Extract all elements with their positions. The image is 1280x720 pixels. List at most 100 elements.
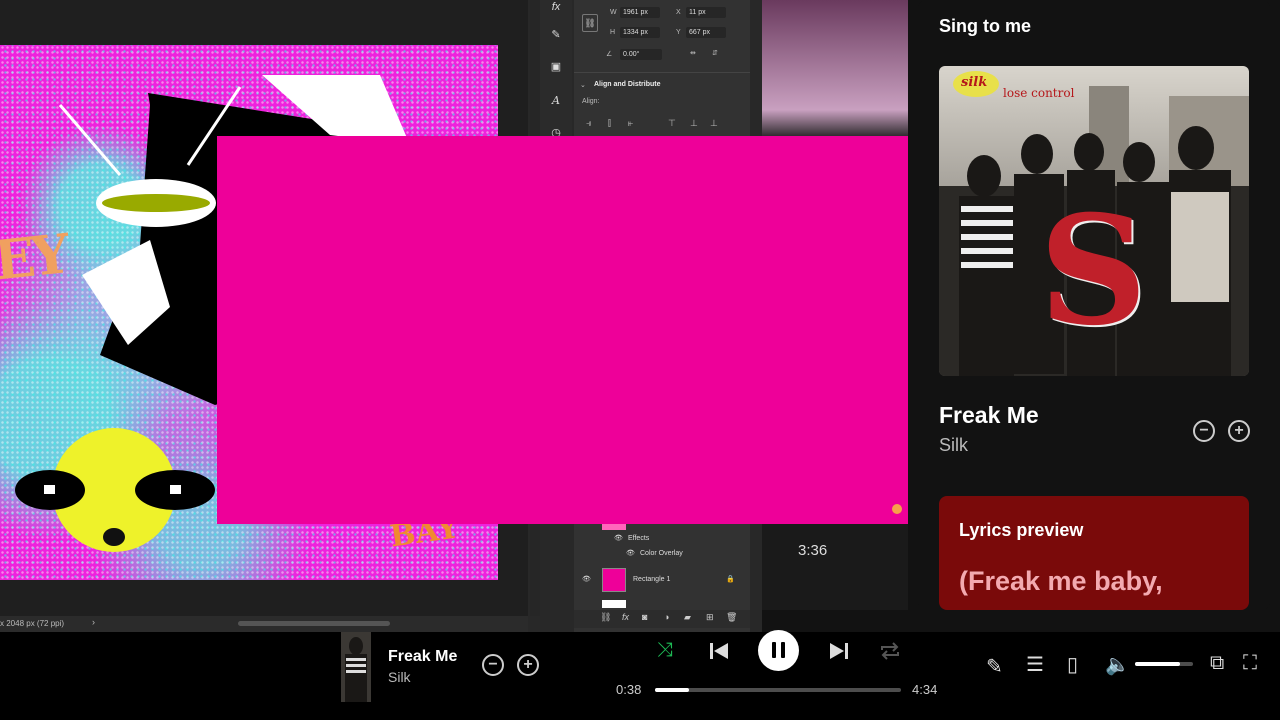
- clone-source-icon[interactable]: ▣: [549, 60, 563, 74]
- mini-cover-art: [341, 632, 371, 702]
- player-bar: Freak Me Silk − + ⤨ 0:38 4:34 ✎ ☰ ▯ 🔈 ⧉ …: [0, 630, 1280, 720]
- album-cover: silk lose control S: [939, 66, 1249, 376]
- lyrics-title: Lyrics preview: [959, 520, 1084, 540]
- player-plus-circle-icon[interactable]: +: [517, 654, 539, 676]
- align-center-icon[interactable]: ⫿: [608, 118, 611, 129]
- cover-subtitle: lose control: [1003, 86, 1075, 100]
- player-track-title[interactable]: Freak Me: [388, 648, 457, 666]
- color-overlay-label: Color Overlay: [640, 550, 683, 557]
- photoshop-status-bar: x 2048 px (72 ppi) ›: [0, 616, 528, 632]
- color-overlay-visibility-icon[interactable]: 👁: [626, 549, 635, 557]
- flip-vertical-icon[interactable]: ⇵: [712, 49, 718, 57]
- pause-icon-bar-right: [781, 642, 785, 658]
- align-top-icon[interactable]: ⊤: [668, 118, 676, 129]
- layer-name: Rectangle 1: [633, 576, 671, 583]
- width-field[interactable]: 1961 px: [620, 7, 660, 18]
- align-bottom-icon[interactable]: ⊥: [710, 118, 718, 129]
- repeat-icon[interactable]: [879, 642, 901, 660]
- fx-icon[interactable]: fx: [549, 0, 563, 14]
- panel-title[interactable]: Sing to me: [939, 16, 1031, 37]
- track-title[interactable]: Freak Me: [939, 402, 1039, 429]
- desktop: EY BAY x 2048 px (72 ppi) › fx ✎ ▣ A ◷ ⛓…: [0, 0, 1280, 720]
- lyrics-mic-icon[interactable]: ✎: [986, 654, 1003, 679]
- orange-dot-marker: [892, 504, 902, 514]
- volume-fill: [1135, 662, 1181, 666]
- miniplayer-icon[interactable]: ⧉: [1210, 652, 1224, 675]
- link-layers-icon[interactable]: ⛓: [600, 612, 611, 623]
- delete-layer-icon[interactable]: 🗑: [726, 612, 737, 623]
- volume-icon[interactable]: 🔈: [1105, 652, 1130, 677]
- link-proportions-icon[interactable]: ⛓: [582, 14, 598, 32]
- status-chevron-icon[interactable]: ›: [92, 617, 95, 627]
- track-artist[interactable]: Silk: [939, 435, 968, 456]
- player-track-artist[interactable]: Silk: [388, 669, 411, 685]
- mouth: [103, 528, 125, 546]
- effects-visibility-icon[interactable]: 👁: [614, 534, 623, 542]
- layer-thumb-partial: [602, 524, 626, 530]
- panel-divider: [574, 72, 750, 73]
- photoshop-panel-toolstrip: fx ✎ ▣ A ◷: [540, 0, 572, 140]
- right-eye-highlight: [170, 485, 181, 494]
- volume-slider[interactable]: [1135, 662, 1193, 666]
- height-field[interactable]: 1334 px: [620, 27, 660, 38]
- artwork-text-left: EY: [0, 221, 69, 293]
- pause-button[interactable]: [758, 630, 799, 671]
- lyrics-preview-card[interactable]: Lyrics preview (Freak me baby,: [939, 496, 1249, 610]
- cover-letter: S: [1039, 183, 1148, 359]
- cover-brand: silk: [961, 75, 988, 90]
- character-panel-icon[interactable]: A: [549, 94, 563, 108]
- y-field[interactable]: 667 px: [686, 27, 726, 38]
- queue-icon[interactable]: ☰: [1026, 652, 1044, 677]
- layer-thumbnail: [602, 568, 626, 592]
- width-label: W: [610, 9, 617, 16]
- align-left-icon[interactable]: ⫣: [586, 118, 591, 129]
- minus-circle-icon[interactable]: −: [1193, 420, 1215, 442]
- angle-field[interactable]: 0.00°: [620, 49, 662, 60]
- layer-thumb-white: [602, 600, 626, 608]
- horizontal-scrollbar[interactable]: [238, 621, 390, 626]
- doc-size-readout: x 2048 px (72 ppi): [0, 619, 65, 628]
- pause-icon-bar-left: [772, 642, 776, 658]
- olive-oval: [102, 194, 210, 212]
- height-label: H: [610, 29, 616, 36]
- flip-horizontal-icon[interactable]: ⇹: [690, 49, 696, 57]
- progress-fill: [655, 688, 690, 692]
- align-middle-icon[interactable]: ⊥: [690, 118, 698, 129]
- layer-row-rectangle[interactable]: 👁 Rectangle 1 🔒: [574, 566, 750, 596]
- side-time: 3:36: [798, 542, 828, 559]
- layer-visibility-icon[interactable]: 👁: [582, 575, 591, 583]
- elapsed-time: 0:38: [616, 682, 642, 697]
- x-field[interactable]: 11 px: [686, 7, 726, 18]
- progress-bar[interactable]: [655, 688, 901, 692]
- pink-rectangle-overlay: [217, 136, 908, 524]
- align-label: Align:: [582, 98, 600, 105]
- previous-icon[interactable]: [709, 641, 729, 661]
- left-eye-highlight: [44, 485, 55, 494]
- total-time: 4:34: [912, 682, 938, 697]
- player-minus-circle-icon[interactable]: −: [482, 654, 504, 676]
- x-label: X: [676, 9, 681, 16]
- align-right-icon[interactable]: ⫦: [628, 118, 633, 129]
- mini-album-cover[interactable]: [341, 632, 371, 702]
- layer-fx-icon[interactable]: fx: [622, 612, 629, 622]
- fullscreen-icon[interactable]: ⛶: [1243, 652, 1257, 675]
- adjustment-layer-icon[interactable]: ◑: [664, 612, 669, 622]
- layer-lock-icon[interactable]: 🔒: [726, 575, 735, 583]
- layers-toolbar: ⛓ fx ◙ ◑ ▰ ⊞ 🗑: [574, 610, 750, 628]
- next-icon[interactable]: [829, 641, 849, 661]
- angle-icon: ∠: [606, 51, 613, 58]
- align-buttons-row: ⫣ ⫿ ⫦ ⊤ ⊥ ⊥: [582, 118, 732, 130]
- add-mask-icon[interactable]: ◙: [642, 612, 647, 622]
- properties-panel: ⛓ W 1961 px X 11 px H 1334 px Y 667 px ∠…: [574, 0, 750, 140]
- align-distribute-heading: Align and Distribute: [594, 81, 661, 88]
- connect-device-icon[interactable]: ▯: [1067, 652, 1078, 677]
- group-folder-icon[interactable]: ▰: [684, 612, 691, 623]
- effects-label: Effects: [628, 535, 650, 542]
- section-collapse-icon[interactable]: ⌄: [580, 81, 586, 89]
- plus-circle-icon[interactable]: +: [1228, 420, 1250, 442]
- shuffle-icon[interactable]: ⤨: [657, 639, 673, 662]
- now-playing-panel: Sing to me silk lose control S Freak Me …: [918, 0, 1270, 610]
- brush-settings-icon[interactable]: ✎: [549, 28, 563, 42]
- new-layer-icon[interactable]: ⊞: [706, 612, 714, 623]
- lyrics-line: (Freak me baby,: [959, 566, 1163, 596]
